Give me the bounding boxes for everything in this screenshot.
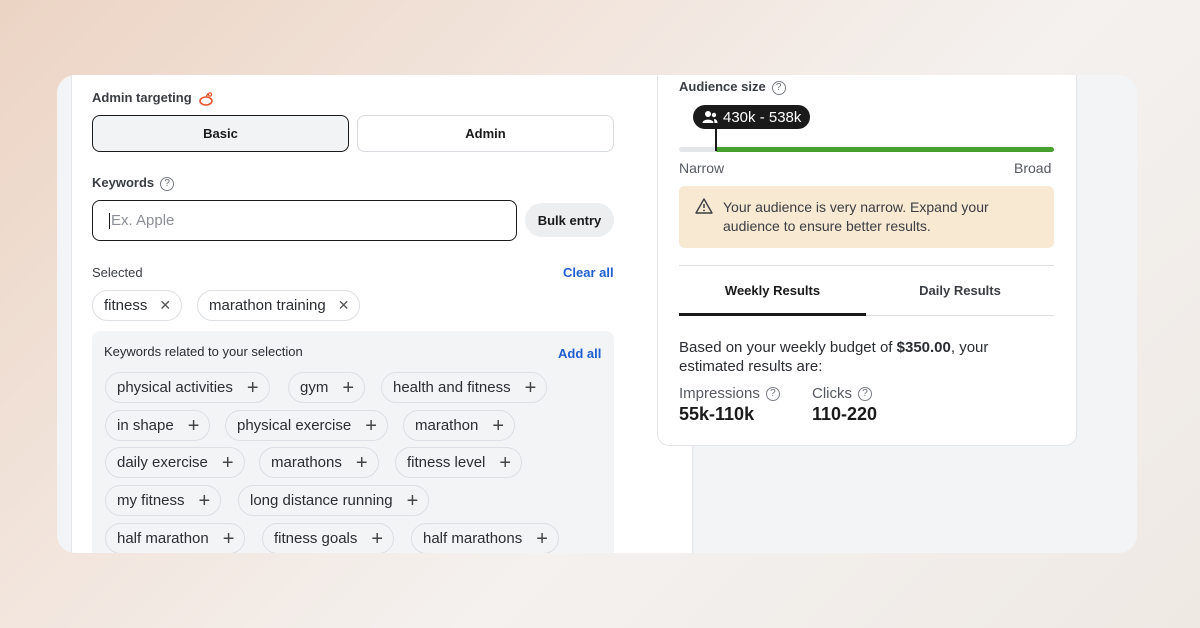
keyword-search-field[interactable] [92, 200, 517, 241]
ad-targeting-card: Admin targeting Basic Admin Keywords? Bu… [57, 75, 1137, 553]
related-chip[interactable]: fitness level + [395, 447, 523, 478]
related-chip[interactable]: daily exercise + [105, 447, 245, 478]
related-chip[interactable]: fitness goals + [262, 523, 395, 553]
plus-icon[interactable]: + [222, 453, 234, 473]
tab-daily-results[interactable]: Daily Results [866, 283, 1054, 316]
plus-icon[interactable]: + [407, 491, 419, 511]
related-chip[interactable]: my fitness + [105, 485, 222, 516]
selected-chip[interactable]: fitness ✕ [92, 290, 183, 321]
related-keywords-panel: Keywords related to your selection Add a… [92, 331, 614, 553]
related-chip[interactable]: physical activities + [105, 372, 270, 403]
close-icon[interactable]: ✕ [338, 297, 350, 314]
narrow-audience-warning: Your audience is very narrow. Expand you… [679, 186, 1054, 248]
text-caret [109, 212, 110, 229]
keyword-input[interactable] [111, 212, 516, 229]
keywords-label: Keywords? [92, 175, 175, 191]
audience-meter-marker [715, 128, 717, 151]
plus-icon[interactable]: + [223, 529, 235, 549]
bulk-entry-button[interactable]: Bulk entry [525, 203, 614, 237]
related-keywords-title: Keywords related to your selection [104, 344, 303, 359]
snoo-icon [199, 91, 214, 106]
mode-basic-button[interactable]: Basic [92, 115, 349, 152]
users-icon [702, 111, 718, 123]
clicks-value: 110-220 [812, 404, 878, 424]
selected-chip[interactable]: marathon training ✕ [197, 290, 361, 321]
impressions-value: 55k-110k [679, 404, 755, 424]
plus-icon[interactable]: + [536, 529, 548, 549]
clear-all-link[interactable]: Clear all [563, 265, 614, 280]
audience-range-badge: 430k - 538k [693, 105, 811, 129]
related-chip[interactable]: half marathon + [105, 523, 246, 553]
related-chip[interactable]: physical exercise + [225, 410, 388, 441]
warning-icon [695, 198, 713, 214]
broad-label: Broad [1014, 160, 1052, 176]
plus-icon[interactable]: + [188, 416, 200, 436]
selected-label: Selected [92, 265, 143, 280]
plus-icon[interactable]: + [492, 416, 504, 436]
related-chip[interactable]: in shape + [105, 410, 211, 441]
help-icon[interactable]: ? [771, 80, 786, 95]
admin-targeting-label: Admin targeting [92, 90, 214, 106]
plus-icon[interactable]: + [199, 491, 211, 511]
plus-icon[interactable]: + [247, 378, 259, 398]
help-icon[interactable]: ? [765, 386, 780, 401]
related-chip[interactable]: half marathons + [411, 523, 559, 553]
plus-icon[interactable]: + [365, 416, 377, 436]
audience-meter-fill [715, 147, 1054, 152]
budget-amount: $350.00 [896, 339, 951, 356]
add-all-link[interactable]: Add all [558, 346, 601, 361]
related-chip[interactable]: long distance running + [238, 485, 430, 516]
related-chip[interactable]: marathon + [403, 410, 516, 441]
plus-icon[interactable]: + [356, 453, 368, 473]
impressions-label: Impressions? [679, 385, 780, 402]
plus-icon[interactable]: + [371, 529, 383, 549]
related-chip[interactable]: gym + [288, 372, 366, 403]
plus-icon[interactable]: + [499, 453, 511, 473]
help-icon[interactable]: ? [858, 386, 872, 401]
budget-summary: Based on your weekly budget of $350.00, … [679, 339, 989, 375]
audience-size-label: Audience size? [679, 79, 786, 95]
section-divider [679, 265, 1054, 266]
plus-icon[interactable]: + [342, 378, 354, 398]
close-icon[interactable]: ✕ [159, 297, 171, 314]
related-chip[interactable]: marathons + [259, 447, 379, 478]
help-icon[interactable]: ? [160, 176, 175, 191]
narrow-label: Narrow [679, 160, 725, 176]
mode-admin-button[interactable]: Admin [357, 115, 614, 152]
plus-icon[interactable]: + [525, 378, 537, 398]
related-chip[interactable]: health and fitness + [381, 372, 548, 403]
clicks-label: Clicks? [812, 385, 872, 402]
tab-weekly-results[interactable]: Weekly Results [679, 283, 866, 316]
